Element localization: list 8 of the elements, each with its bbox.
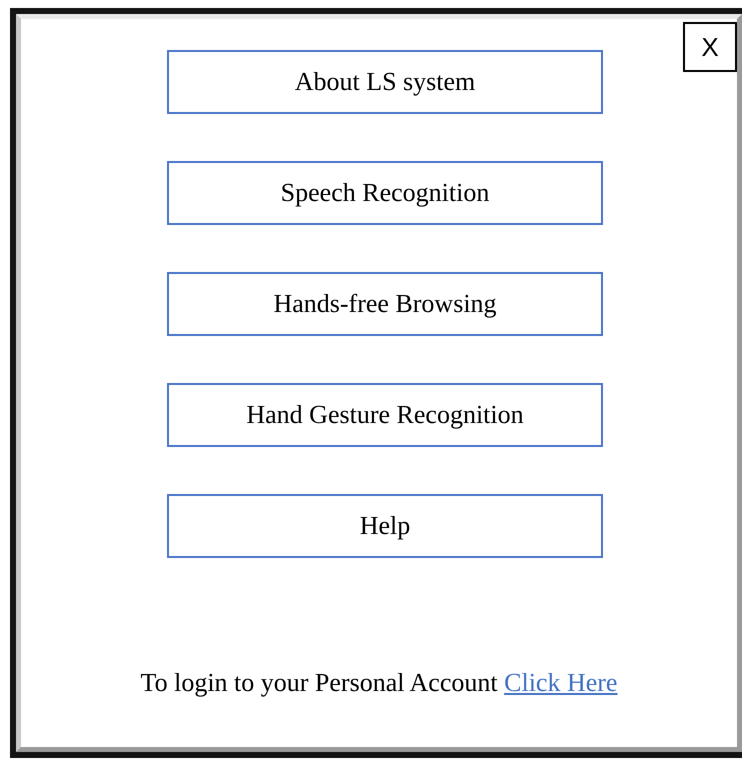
menu-button[interactable]: Hand Gesture Recognition (167, 383, 603, 447)
menu-button[interactable]: Speech Recognition (167, 161, 603, 225)
login-prompt: To login to your Personal Account Click Here (140, 667, 618, 699)
menu-button[interactable]: Hands-free Browsing (167, 272, 603, 336)
close-button[interactable]: X (683, 22, 737, 72)
menu-button[interactable]: Help (167, 494, 603, 558)
menu-button[interactable]: About LS system (167, 50, 603, 114)
click-here-link[interactable]: Click Here (504, 668, 618, 697)
